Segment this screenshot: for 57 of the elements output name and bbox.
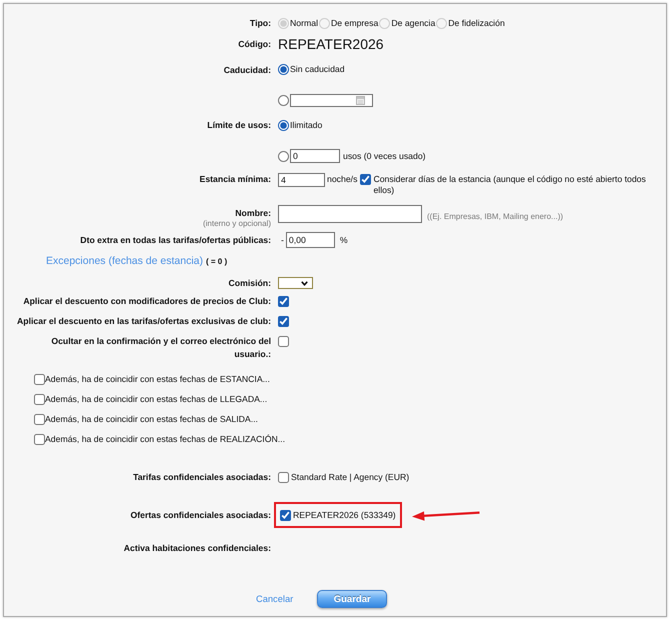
checkbox[interactable] [278, 472, 289, 482]
field-hint: ((Ej. Empresas, IBM, Mailing enero...)) [427, 210, 564, 222]
radio-label: De empresa [331, 18, 378, 28]
field-label: Tipo: [248, 18, 271, 28]
dropdown-field[interactable] [278, 277, 313, 289]
radio-label: Normal [290, 18, 318, 28]
unit-label: usos (0 veces usado) [343, 150, 426, 162]
checkbox[interactable] [34, 434, 45, 445]
field-label: Tarifas confidenciales asociadas: [132, 472, 271, 482]
checkbox-label: REPEATER2026 (533349) [293, 510, 396, 520]
field-label: Aplicar el descuento con modificadores de precios de Club: [22, 295, 271, 308]
checkbox[interactable] [278, 336, 289, 347]
input-field[interactable]: 0 [290, 149, 340, 163]
field-label: Comisión: [228, 278, 271, 288]
unit-label: noche/s [327, 174, 358, 185]
checkbox[interactable] [34, 394, 45, 405]
checkbox[interactable] [278, 316, 289, 327]
coupon-code: REPEATER2026 [278, 36, 384, 52]
radio-label: Ilimitado [290, 120, 322, 130]
radio-button[interactable] [278, 150, 289, 162]
radio-button[interactable] [278, 120, 289, 130]
checkbox[interactable] [278, 296, 289, 307]
checkbox[interactable] [360, 174, 372, 185]
count-label: ( = 0 ) [206, 256, 228, 268]
radio-button[interactable] [278, 95, 289, 106]
field-label: Activa habitaciones confidenciales: [122, 542, 271, 554]
input-field[interactable]: 0,00 [286, 232, 335, 248]
radio-button[interactable] [278, 64, 289, 75]
radio-label: De fidelización [448, 18, 505, 28]
field-label: Límite de usos: [206, 119, 271, 132]
checkbox-label: Además, ha de coincidir con estas fechas de SALIDA... [45, 414, 258, 425]
checkbox[interactable] [34, 414, 45, 425]
checkbox[interactable] [34, 374, 45, 385]
field-label: Estancia mínima: [198, 174, 271, 185]
field-label: Nombre: [235, 208, 271, 219]
checkbox-label: Considerar días de la estancia (aunque el código no esté abierto todos ellos) [373, 174, 647, 196]
date-field[interactable] [290, 94, 373, 107]
checkbox-label: Además, ha de coincidir con estas fechas de ESTANCIA... [45, 374, 270, 385]
arrow-annotation [412, 510, 480, 520]
input-field[interactable] [278, 205, 422, 223]
chevron-icon [301, 280, 308, 286]
input-field[interactable]: 4 [278, 172, 325, 186]
radio-label: De agencia [391, 18, 436, 28]
field-label: Código: [237, 38, 271, 50]
field-label: Ocultar en la confirmación y el correo electrónico del usuario.: [50, 335, 271, 361]
radio-label: Sin caducidad [290, 64, 345, 75]
checkbox-label: Además, ha de coincidir con estas fechas de LLEGADA... [45, 394, 268, 405]
field-label: Aplicar el descuento en las tarifas/ofertas exclusivas de club: [16, 315, 271, 328]
field-note: (interno y opcional) [202, 219, 271, 228]
checkbox[interactable] [280, 510, 291, 520]
checkbox-label: Además, ha de coincidir con estas fechas de REALIZACIÓN... [45, 434, 285, 445]
minus-sign: - [281, 234, 284, 246]
field-label: Ofertas confidenciales asociadas: [129, 510, 271, 520]
checkbox-label: Standard Rate | Agency (EUR) [291, 472, 410, 482]
unit-label: % [340, 234, 348, 246]
field-label: Caducidad: [222, 64, 271, 76]
field-label: Dto extra en todas las tarifas/ofertas públicas: [79, 234, 271, 246]
